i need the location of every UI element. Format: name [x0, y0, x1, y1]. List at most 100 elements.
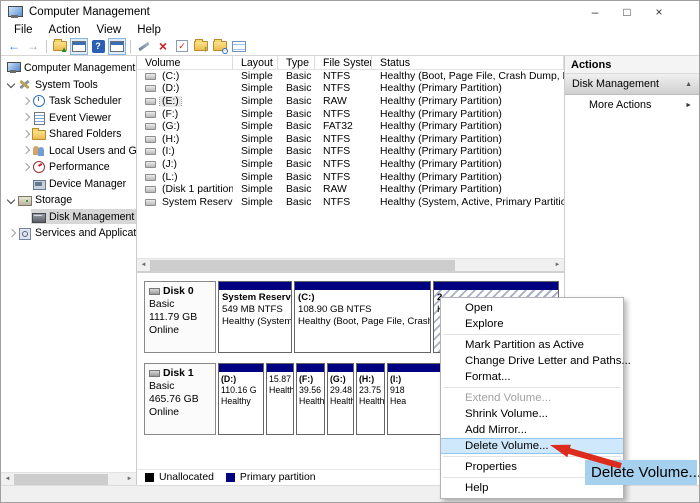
partition[interactable]: (D:)110.16 GHealthy	[218, 363, 264, 435]
volume-row[interactable]: (H:)SimpleBasicNTFSHealthy (Primary Part…	[137, 133, 564, 146]
partition[interactable]: System Reserve549 MB NTFSHealthy (System…	[218, 281, 292, 353]
scroll-right-icon[interactable]: ►	[551, 259, 564, 272]
partition-size: 110.16 G	[221, 385, 261, 396]
volume-row[interactable]: (D:)SimpleBasicNTFSHealthy (Primary Part…	[137, 83, 564, 96]
toolbar-separator	[130, 40, 131, 53]
find-folder-icon[interactable]	[211, 38, 229, 55]
expander-collapsed-icon[interactable]	[20, 96, 31, 107]
partition[interactable]: (G:)29.48 GHealthy	[327, 363, 354, 435]
tree-item-shared-folders[interactable]: Shared Folders	[1, 126, 136, 143]
partition[interactable]: (H:)23.75 GHealthy	[356, 363, 385, 435]
collapse-icon[interactable]: ▲	[685, 81, 692, 88]
help-icon[interactable]: ?	[89, 38, 107, 55]
partition[interactable]: (C:)108.90 GB NTFSHealthy (Boot, Page Fi…	[294, 281, 431, 353]
menu-view[interactable]: View	[89, 24, 130, 36]
export-list-icon[interactable]: ▲	[51, 38, 69, 55]
volume-row[interactable]: (C:)SimpleBasicNTFSHealthy (Boot, Page F…	[137, 70, 564, 83]
titlebar[interactable]: Computer Management – □ ×	[1, 1, 699, 22]
menu-item-delete-volume[interactable]: Delete Volume...	[441, 438, 623, 454]
delete-icon[interactable]: ×	[154, 38, 172, 55]
tool-icon[interactable]	[135, 38, 153, 55]
menu-item-change-drive-letter-and-paths[interactable]: Change Drive Letter and Paths...	[441, 353, 623, 369]
properties-icon[interactable]	[230, 38, 248, 55]
scrollbar-thumb[interactable]	[14, 474, 108, 485]
volume-icon	[145, 85, 156, 92]
forward-icon[interactable]: →	[24, 38, 42, 55]
primary-partition-bar	[219, 282, 291, 290]
column-header-file-system[interactable]: File System	[315, 56, 372, 70]
volume-row[interactable]: (Disk 1 partition 2)SimpleBasicRAWHealth…	[137, 183, 564, 196]
primary-partition-bar	[434, 282, 558, 290]
menu-item-explore[interactable]: Explore	[441, 316, 623, 332]
volume-list-horizontal-scrollbar[interactable]: ◄ ►	[137, 258, 564, 271]
tree-item-computer-management-local[interactable]: Computer Management (Local	[1, 60, 136, 77]
volume-row[interactable]: (J:)SimpleBasicNTFSHealthy (Primary Part…	[137, 158, 564, 171]
column-header-volume[interactable]: Volume	[137, 56, 233, 70]
tree-item-event-viewer[interactable]: Event Viewer	[1, 110, 136, 127]
toolbar: ←→ ▲? ×✓↑	[1, 37, 699, 56]
maximize-icon[interactable]: □	[611, 1, 643, 22]
volume-row[interactable]: (G:)SimpleBasicFAT32Healthy (Primary Par…	[137, 120, 564, 133]
menu-help[interactable]: Help	[129, 24, 169, 36]
minimize-icon[interactable]: –	[579, 1, 611, 22]
column-header-status[interactable]: Status	[372, 56, 564, 70]
volume-row[interactable]: (I:)SimpleBasicNTFSHealthy (Primary Part…	[137, 146, 564, 159]
menu-item-format[interactable]: Format...	[441, 369, 623, 385]
column-header-layout[interactable]: Layout	[233, 56, 278, 70]
expander-collapsed-icon[interactable]	[20, 112, 31, 123]
console-window-icon[interactable]	[108, 38, 126, 55]
volume-name: (I:)	[160, 146, 177, 157]
check-icon[interactable]: ✓	[173, 38, 191, 55]
tree-item-device-manager[interactable]: Device Manager	[1, 176, 136, 193]
volume-icon	[145, 199, 156, 206]
expander-expanded-icon[interactable]	[6, 195, 17, 206]
volume-row[interactable]: (L:)SimpleBasicNTFSHealthy (Primary Part…	[137, 171, 564, 184]
menu-file[interactable]: File	[6, 24, 41, 36]
volume-icon	[145, 161, 156, 168]
expander-expanded-icon[interactable]	[6, 79, 17, 90]
menu-item-shrink-volume[interactable]: Shrink Volume...	[441, 406, 623, 422]
primary-partition-bar	[297, 364, 324, 372]
scrollbar-thumb[interactable]	[150, 260, 455, 271]
scroll-left-icon[interactable]: ◄	[1, 473, 14, 486]
scroll-left-icon[interactable]: ◄	[137, 259, 150, 272]
tree-item-storage[interactable]: Storage	[1, 192, 136, 209]
column-header-type[interactable]: Type	[278, 56, 315, 70]
volume-row[interactable]: System Reserved (K:)SimpleBasicNTFSHealt…	[137, 196, 564, 209]
menu-item-add-mirror[interactable]: Add Mirror...	[441, 422, 623, 438]
show-console-tree-icon[interactable]	[70, 38, 88, 55]
tree-item-services-and-applications[interactable]: Services and Applications	[1, 225, 136, 242]
menu-action[interactable]: Action	[41, 24, 89, 36]
tree-item-label: Local Users and Groups	[49, 145, 137, 157]
partition[interactable]: 15.87 (Health	[266, 363, 294, 435]
tree-item-task-scheduler[interactable]: Task Scheduler	[1, 93, 136, 110]
disk-label[interactable]: Disk 0Basic111.79 GBOnline	[144, 281, 216, 353]
disk-type: Basic	[149, 298, 211, 311]
tree-item-performance[interactable]: Performance	[1, 159, 136, 176]
more-actions-item[interactable]: More Actions ►	[565, 95, 699, 115]
perf-icon	[32, 161, 45, 173]
partition[interactable]: (F:)39.56 GHealthy	[296, 363, 325, 435]
expander-collapsed-icon[interactable]	[6, 228, 17, 239]
expander-collapsed-icon[interactable]	[20, 145, 31, 156]
menu-item-open[interactable]: Open	[441, 300, 623, 316]
tools-icon	[18, 79, 31, 91]
volume-row[interactable]: (E:)SimpleBasicRAWHealthy (Primary Parti…	[137, 95, 564, 108]
expander-collapsed-icon[interactable]	[20, 162, 31, 173]
tree-item-local-users-and-groups[interactable]: Local Users and Groups	[1, 143, 136, 160]
back-icon[interactable]: ←	[5, 38, 23, 55]
volume-list-header: VolumeLayoutTypeFile SystemStatus	[137, 56, 564, 70]
volume-row[interactable]: (F:)SimpleBasicNTFSHealthy (Primary Part…	[137, 108, 564, 121]
tree-horizontal-scrollbar[interactable]: ◄ ►	[1, 472, 136, 485]
tree-item-system-tools[interactable]: System Tools	[1, 77, 136, 94]
expander-collapsed-icon[interactable]	[20, 129, 31, 140]
menu-item-mark-partition-as-active[interactable]: Mark Partition as Active	[441, 337, 623, 353]
disk-icon	[149, 370, 160, 377]
disk-label[interactable]: Disk 1Basic465.76 GBOnline	[144, 363, 216, 435]
scroll-right-icon[interactable]: ►	[123, 473, 136, 486]
refresh-folder-icon[interactable]: ↑	[192, 38, 210, 55]
volume-icon	[145, 174, 156, 181]
actions-section-disk-management[interactable]: Disk Management ▲	[565, 74, 699, 95]
close-icon[interactable]: ×	[643, 1, 675, 22]
tree-item-disk-management[interactable]: Disk Management	[1, 209, 136, 226]
